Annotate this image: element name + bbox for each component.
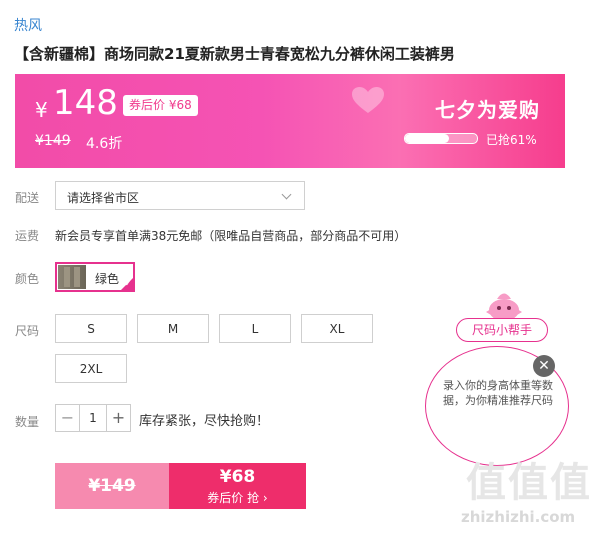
buy-coupon-action: 券后价 抢 › [207,491,268,505]
size-option-l[interactable]: L [219,314,291,343]
region-placeholder: 请选择省市区 [67,191,140,205]
quantity-decrease-button[interactable]: − [55,404,80,432]
buy-with-coupon-button[interactable]: ¥68 券后价 抢 › [169,463,306,509]
chevron-down-icon [281,189,292,200]
quantity-input[interactable]: 1 [79,404,107,432]
buy-original-price-button[interactable]: ¥149 [55,463,169,509]
price-banner: ¥ 148 券后价 ¥68 ¥149 4.6折 七夕为爱购 已抢61% [15,74,565,168]
size-option-s[interactable]: S [55,314,127,343]
size-helper-button[interactable]: 尺码小帮手 [456,318,548,342]
promo-title: 七夕为爱购 [435,98,540,122]
size-option-2xl[interactable]: 2XL [55,354,127,383]
size-option-xl[interactable]: XL [301,314,373,343]
mascot-icon [486,293,522,321]
shipping-label: 配送 [15,191,40,205]
heart-icon [352,87,384,113]
original-price: ¥149 [35,133,71,149]
quantity-label: 数量 [15,415,40,429]
store-brand-link[interactable]: 热风 [14,15,42,35]
quantity-increase-button[interactable]: + [106,404,131,432]
close-icon[interactable]: ✕ [533,355,555,377]
sold-progress-fill [405,134,449,143]
color-option-label: 绿色 [95,272,120,286]
size-option-m[interactable]: M [137,314,209,343]
size-helper-tip: 录入你的身高体重等数据，为你精准推荐尺码 [443,379,553,407]
sale-price: 148 [53,83,118,123]
size-label: 尺码 [15,324,40,338]
watermark-logo: 值值值 [466,460,592,506]
watermark-site: zhizhizhi.com [461,508,576,526]
coupon-price-tag: 券后价 ¥68 [123,95,198,116]
price-currency: ¥ [35,98,48,122]
region-select[interactable]: 请选择省市区 [55,181,305,210]
check-icon: ✓ [124,279,132,289]
stock-warning: 库存紧张，尽快抢购！ [139,414,270,429]
discount-rate: 4.6折 [86,136,123,152]
sold-percent: 已抢61% [486,133,537,147]
color-option-selected[interactable]: 绿色 ✓ [55,262,135,292]
buy-original-price: ¥149 [88,476,136,496]
color-thumbnail [58,265,86,289]
buy-coupon-price: ¥68 [219,467,256,487]
sold-progress-bar [404,133,478,144]
freight-text: 新会员专享首单满38元免邮（限唯品自营商品，部分商品不可用） [55,229,407,243]
freight-label: 运费 [15,229,40,243]
product-title: 【含新疆棉】商场同款21夏新款男士青春宽松九分裤休闲工装裤男 [14,45,455,63]
color-label: 颜色 [15,272,40,286]
